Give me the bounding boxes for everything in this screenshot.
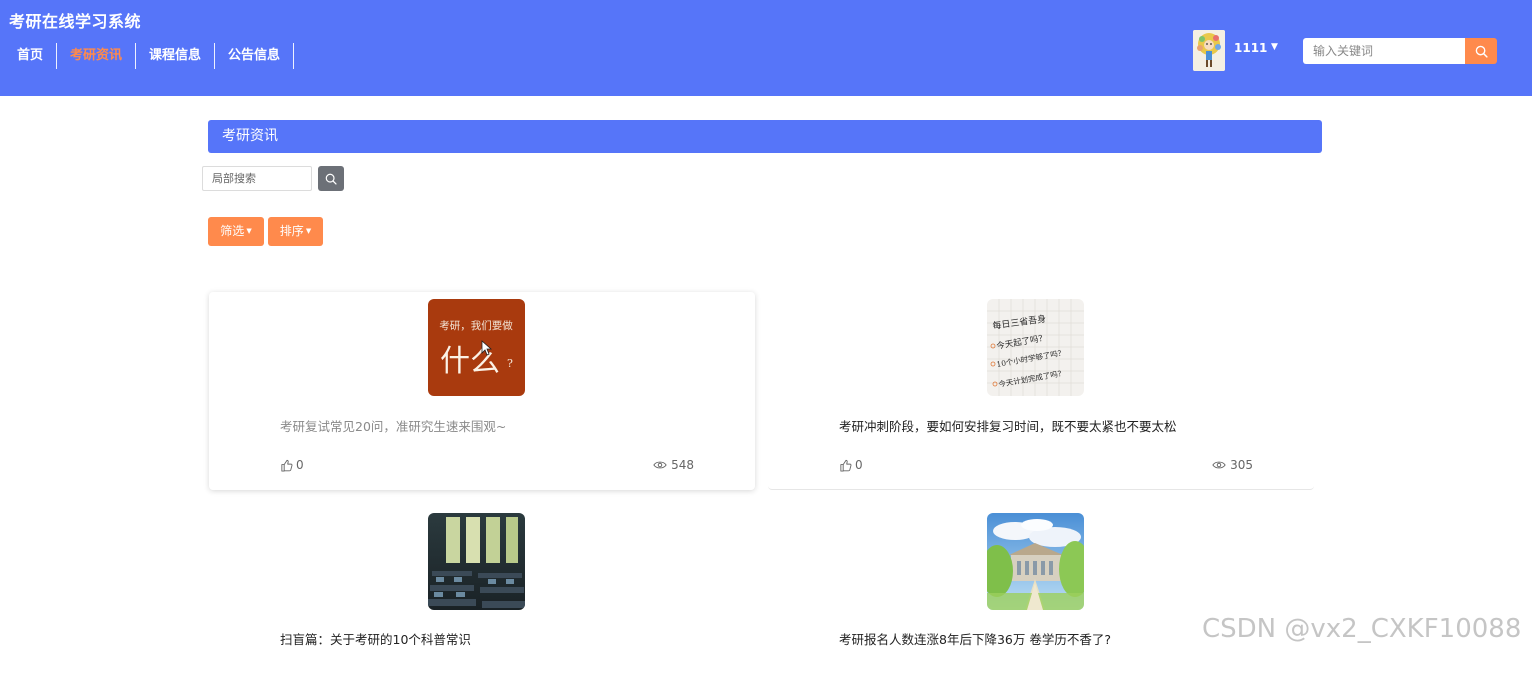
news-card[interactable]: 扫盲篇：关于考研的10个科普常识 (209, 513, 755, 673)
nav-item-home[interactable]: 首页 (0, 43, 58, 69)
view-count-value: 305 (1230, 458, 1253, 472)
news-title[interactable]: 考研冲刺阶段，要如何安排复习时间，既不要太紧也不要太松 (839, 416, 1177, 435)
search-button[interactable] (1465, 38, 1497, 64)
like-count[interactable]: 0 (839, 458, 863, 472)
view-count: 305 (1212, 458, 1253, 472)
username[interactable]: 1111 (1234, 41, 1267, 55)
news-thumbnail[interactable] (428, 513, 525, 610)
eye-icon (1212, 461, 1226, 469)
like-count[interactable]: 0 (280, 458, 304, 472)
view-count: 548 (653, 458, 694, 472)
like-count-value: 0 (855, 458, 863, 472)
image-caption-q: ? (507, 357, 513, 370)
main-nav: 首页 考研资讯 课程信息 公告信息 (0, 43, 295, 69)
news-thumbnail[interactable] (987, 513, 1084, 610)
search-icon (325, 173, 337, 185)
filter-label: 筛选 (220, 224, 245, 238)
search-input[interactable] (1303, 38, 1465, 64)
news-card[interactable]: 每日三省吾身 今天起了吗？ 10个小时学够了吗？ 今天计划完成了吗？ 考研冲刺阶… (768, 292, 1314, 490)
section-title-bar: 考研资讯 (208, 120, 1322, 153)
nav-item-courses[interactable]: 课程信息 (136, 43, 216, 69)
news-thumbnail[interactable]: 考研，我们要做 什么 ? (428, 299, 525, 396)
news-title[interactable]: 扫盲篇：关于考研的10个科普常识 (280, 629, 471, 648)
news-card[interactable]: 考研报名人数连涨8年后下降36万 卷学历不香了? (768, 513, 1314, 673)
nav-item-news[interactable]: 考研资讯 (57, 43, 137, 69)
thumbs-up-icon (840, 459, 852, 472)
top-header: 考研在线学习系统 首页 考研资讯 课程信息 公告信息 1111 ▼ (0, 0, 1532, 96)
caret-down-icon: ▼ (305, 227, 312, 235)
avatar[interactable] (1193, 30, 1225, 71)
sort-dropdown-button[interactable]: 排序 ▼ (268, 217, 323, 246)
news-title[interactable]: 考研报名人数连涨8年后下降36万 卷学历不香了? (839, 629, 1111, 648)
sort-label: 排序 (279, 224, 304, 238)
news-card[interactable]: 考研，我们要做 什么 ? 考研复试常见20问，准研究生速来围观~ 0 548 (209, 292, 755, 490)
nav-item-notices[interactable]: 公告信息 (215, 43, 295, 69)
like-count-value: 0 (296, 458, 304, 472)
view-count-value: 548 (671, 458, 694, 472)
eye-icon (653, 461, 667, 469)
search-icon (1475, 45, 1488, 58)
site-title: 考研在线学习系统 (9, 12, 142, 31)
local-search-button[interactable] (318, 166, 344, 191)
thumbs-up-icon (281, 459, 293, 472)
chevron-down-icon[interactable]: ▼ (1271, 42, 1278, 52)
watermark: CSDN @vx2_CXKF10088 (1202, 614, 1522, 644)
news-thumbnail[interactable]: 每日三省吾身 今天起了吗？ 10个小时学够了吗？ 今天计划完成了吗？ (987, 299, 1084, 396)
filter-dropdown-button[interactable]: 筛选 ▼ (208, 217, 264, 246)
local-search-input[interactable] (202, 166, 312, 191)
news-title[interactable]: 考研复试常见20问，准研究生速来围观~ (280, 416, 506, 435)
image-caption-top: 考研，我们要做 (439, 319, 513, 332)
caret-down-icon: ▼ (246, 227, 252, 235)
